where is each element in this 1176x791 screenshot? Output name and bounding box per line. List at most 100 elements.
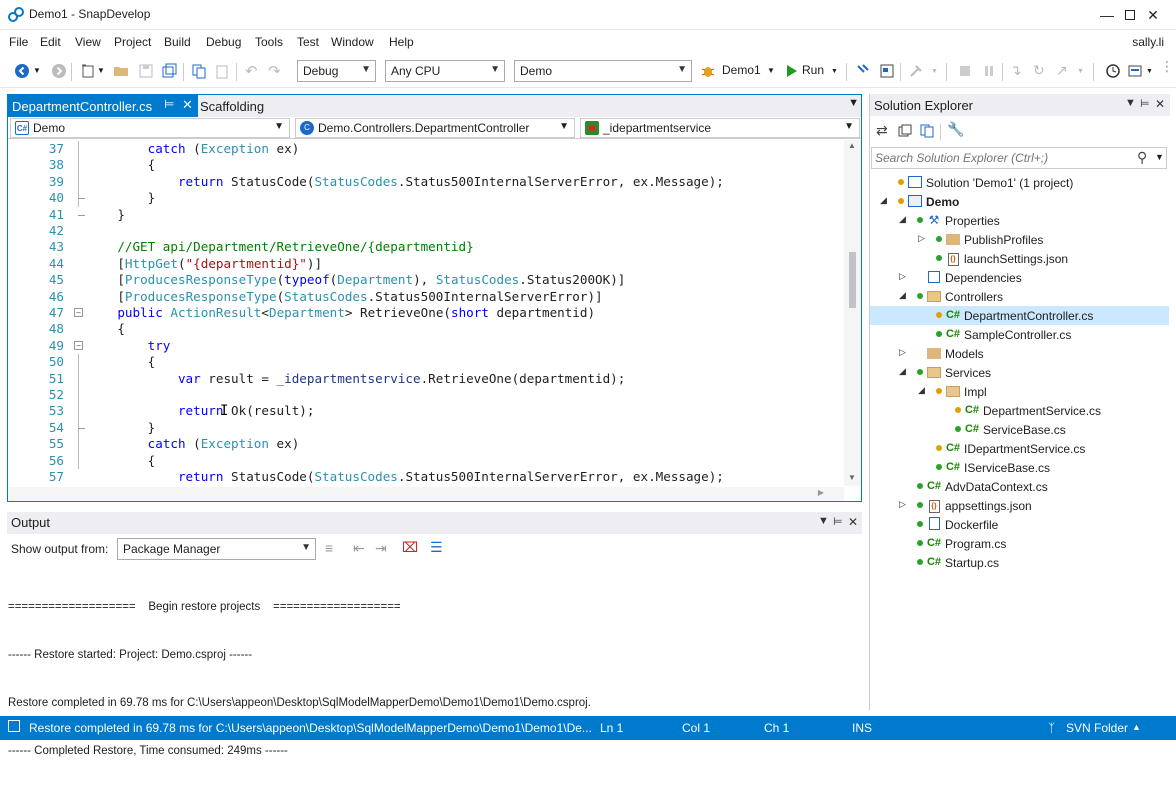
toolbar-gripper-icon[interactable]: ⋮ xyxy=(1160,58,1174,75)
member-nav-select[interactable]: _idepartmentservice ▼ xyxy=(580,118,860,138)
startup-project[interactable]: Demo1 xyxy=(722,63,761,77)
show-all-files-icon[interactable] xyxy=(920,124,934,138)
tree-item[interactable]: C# Startup.cs xyxy=(870,553,1169,572)
menu-file[interactable]: File xyxy=(9,35,28,49)
close-panel-icon[interactable]: ✕ xyxy=(848,515,858,529)
clear-all-icon[interactable]: ⌧ xyxy=(402,539,418,556)
attach-tool-icon[interactable] xyxy=(908,63,924,79)
expand-chevron-icon[interactable]: ▷ xyxy=(918,233,925,244)
panel-menu-icon[interactable]: ▼ xyxy=(818,515,829,527)
run-button[interactable]: Run xyxy=(802,63,824,77)
back-dropdown-icon[interactable]: ▼ xyxy=(33,66,41,75)
tree-item[interactable]: C# AdvDataContext.cs xyxy=(870,477,1169,496)
user-name[interactable]: sally.li xyxy=(1132,35,1164,49)
search-input[interactable] xyxy=(875,149,1135,167)
tree-item[interactable]: C# Program.cs xyxy=(870,534,1169,553)
menu-build[interactable]: Build xyxy=(164,35,191,49)
tree-item[interactable]: ◢ Controllers xyxy=(870,287,1169,306)
editor-horizontal-scrollbar[interactable]: ▶ xyxy=(8,487,844,501)
tree-item[interactable]: C# IServiceBase.cs xyxy=(870,458,1169,477)
class-nav-select[interactable]: C Demo.Controllers.DepartmentController … xyxy=(295,118,575,138)
navigate-forward-icon[interactable] xyxy=(51,63,67,79)
tree-item[interactable]: {} launchSettings.json xyxy=(870,249,1169,268)
save-all-icon[interactable] xyxy=(162,63,178,79)
pin-icon[interactable]: ⊨ xyxy=(833,515,843,528)
panel-menu-icon[interactable]: ▼ xyxy=(1125,97,1136,109)
solution-explorer-search[interactable]: ⚲ ▼ xyxy=(871,147,1167,169)
copy-icon[interactable] xyxy=(191,63,207,79)
output-source-select[interactable]: Package Manager ▼ xyxy=(117,538,316,560)
toolbar-overflow-icon[interactable]: ▼ xyxy=(1146,68,1153,75)
collapse-chevron-icon[interactable]: ◢ xyxy=(899,214,906,225)
preview-window-icon[interactable] xyxy=(879,63,895,79)
menu-help[interactable]: Help xyxy=(389,35,414,49)
tree-item[interactable]: ▷ {} appsettings.json xyxy=(870,496,1169,515)
tree-item[interactable]: C# IDepartmentService.cs xyxy=(870,439,1169,458)
tree-item[interactable]: ▷ Models xyxy=(870,344,1169,363)
search-options-dropdown-icon[interactable]: ▼ xyxy=(1155,152,1164,162)
navigate-back-icon[interactable] xyxy=(14,63,30,79)
tree-item[interactable]: ▷ PublishProfiles xyxy=(870,230,1169,249)
tree-item[interactable]: C# DepartmentController.cs xyxy=(870,306,1169,325)
svn-dropdown-icon[interactable]: ▲ xyxy=(1132,722,1141,732)
undo-icon[interactable]: ↶ xyxy=(245,62,258,80)
menu-view[interactable]: View xyxy=(75,35,101,49)
step-dropdown-icon[interactable]: ▼ xyxy=(1077,68,1084,75)
sync-active-document-icon[interactable]: ⇄ xyxy=(876,122,888,139)
tree-item[interactable]: ◢ Demo xyxy=(870,192,1169,211)
new-dropdown-icon[interactable]: ▼ xyxy=(97,66,105,75)
collapse-region-icon[interactable]: − xyxy=(74,308,83,317)
tree-item[interactable]: C# DepartmentService.cs xyxy=(870,401,1169,420)
step-into-icon[interactable]: ↴ xyxy=(1010,62,1022,79)
collapse-chevron-icon[interactable]: ◢ xyxy=(880,195,887,206)
scroll-right-icon[interactable]: ▶ xyxy=(818,488,824,497)
tab-departmentcontroller[interactable]: DepartmentController.cs ⊨ ✕ xyxy=(8,95,198,117)
find-message-icon[interactable]: ≡ xyxy=(325,540,333,556)
expand-chevron-icon[interactable]: ▷ xyxy=(899,271,906,282)
collapse-chevron-icon[interactable]: ◢ xyxy=(899,290,906,301)
platform-select[interactable]: Any CPU ▼ xyxy=(385,60,505,82)
search-icon[interactable]: ⚲ xyxy=(1137,149,1147,166)
tree-item[interactable]: Solution 'Demo1' (1 project) xyxy=(870,173,1169,192)
word-wrap-icon[interactable]: ☰ xyxy=(430,539,443,556)
project-select[interactable]: Demo ▼ xyxy=(514,60,692,82)
code-text-area[interactable]: 37 catch (Exception ex) 38{39 return Status… xyxy=(8,140,842,486)
startup-dropdown-icon[interactable]: ▼ xyxy=(767,66,775,75)
menu-project[interactable]: Project xyxy=(114,35,151,49)
breakpoints-window-icon[interactable] xyxy=(1127,63,1143,79)
tree-item[interactable]: ◢ ⚒ Properties xyxy=(870,211,1169,230)
run-play-icon[interactable] xyxy=(784,63,800,79)
close-window-button[interactable]: ✕ xyxy=(1130,0,1176,30)
menu-test[interactable]: Test xyxy=(297,35,319,49)
svn-status[interactable]: SVN Folder xyxy=(1066,721,1128,735)
collapse-chevron-icon[interactable]: ◢ xyxy=(918,385,925,396)
run-dropdown-icon[interactable]: ▼ xyxy=(831,68,838,75)
paste-icon[interactable] xyxy=(214,63,230,79)
editor-vertical-scrollbar[interactable]: ▲ ▼ xyxy=(844,140,861,486)
collapse-region-icon[interactable]: − xyxy=(74,340,83,350)
output-window-icon[interactable] xyxy=(8,720,20,732)
tree-item[interactable]: ▷ Dependencies xyxy=(870,268,1169,287)
pause-icon[interactable] xyxy=(981,63,997,79)
tree-item[interactable]: ◢ Impl xyxy=(870,382,1169,401)
attach-dropdown-icon[interactable]: ▼ xyxy=(931,68,938,75)
redo-icon[interactable]: ↷ xyxy=(268,62,281,80)
step-over-icon[interactable]: ↻ xyxy=(1033,62,1045,79)
tab-scaffolding[interactable]: Scaffolding xyxy=(200,99,264,114)
step-out-icon[interactable]: ↗ xyxy=(1056,62,1068,79)
output-text[interactable]: =================== Begin restore projec… xyxy=(8,567,591,791)
tree-item[interactable]: C# SampleController.cs xyxy=(870,325,1169,344)
project-nav-select[interactable]: C# Demo ▼ xyxy=(10,118,290,138)
next-message-icon[interactable]: ⇥ xyxy=(375,540,387,557)
collapse-chevron-icon[interactable]: ◢ xyxy=(899,366,906,377)
configuration-select[interactable]: Debug ▼ xyxy=(297,60,376,82)
save-icon[interactable] xyxy=(138,63,154,79)
tab-list-dropdown-icon[interactable]: ▼ xyxy=(848,97,859,109)
scroll-down-icon[interactable]: ▼ xyxy=(848,473,856,482)
open-folder-icon[interactable] xyxy=(113,63,129,79)
diagnostics-clock-icon[interactable] xyxy=(1105,63,1121,79)
build-hammer-icon[interactable] xyxy=(855,63,871,79)
menu-debug[interactable]: Debug xyxy=(206,35,241,49)
stop-debug-icon[interactable] xyxy=(957,63,973,79)
pin-icon[interactable]: ⊨ xyxy=(1140,97,1150,110)
